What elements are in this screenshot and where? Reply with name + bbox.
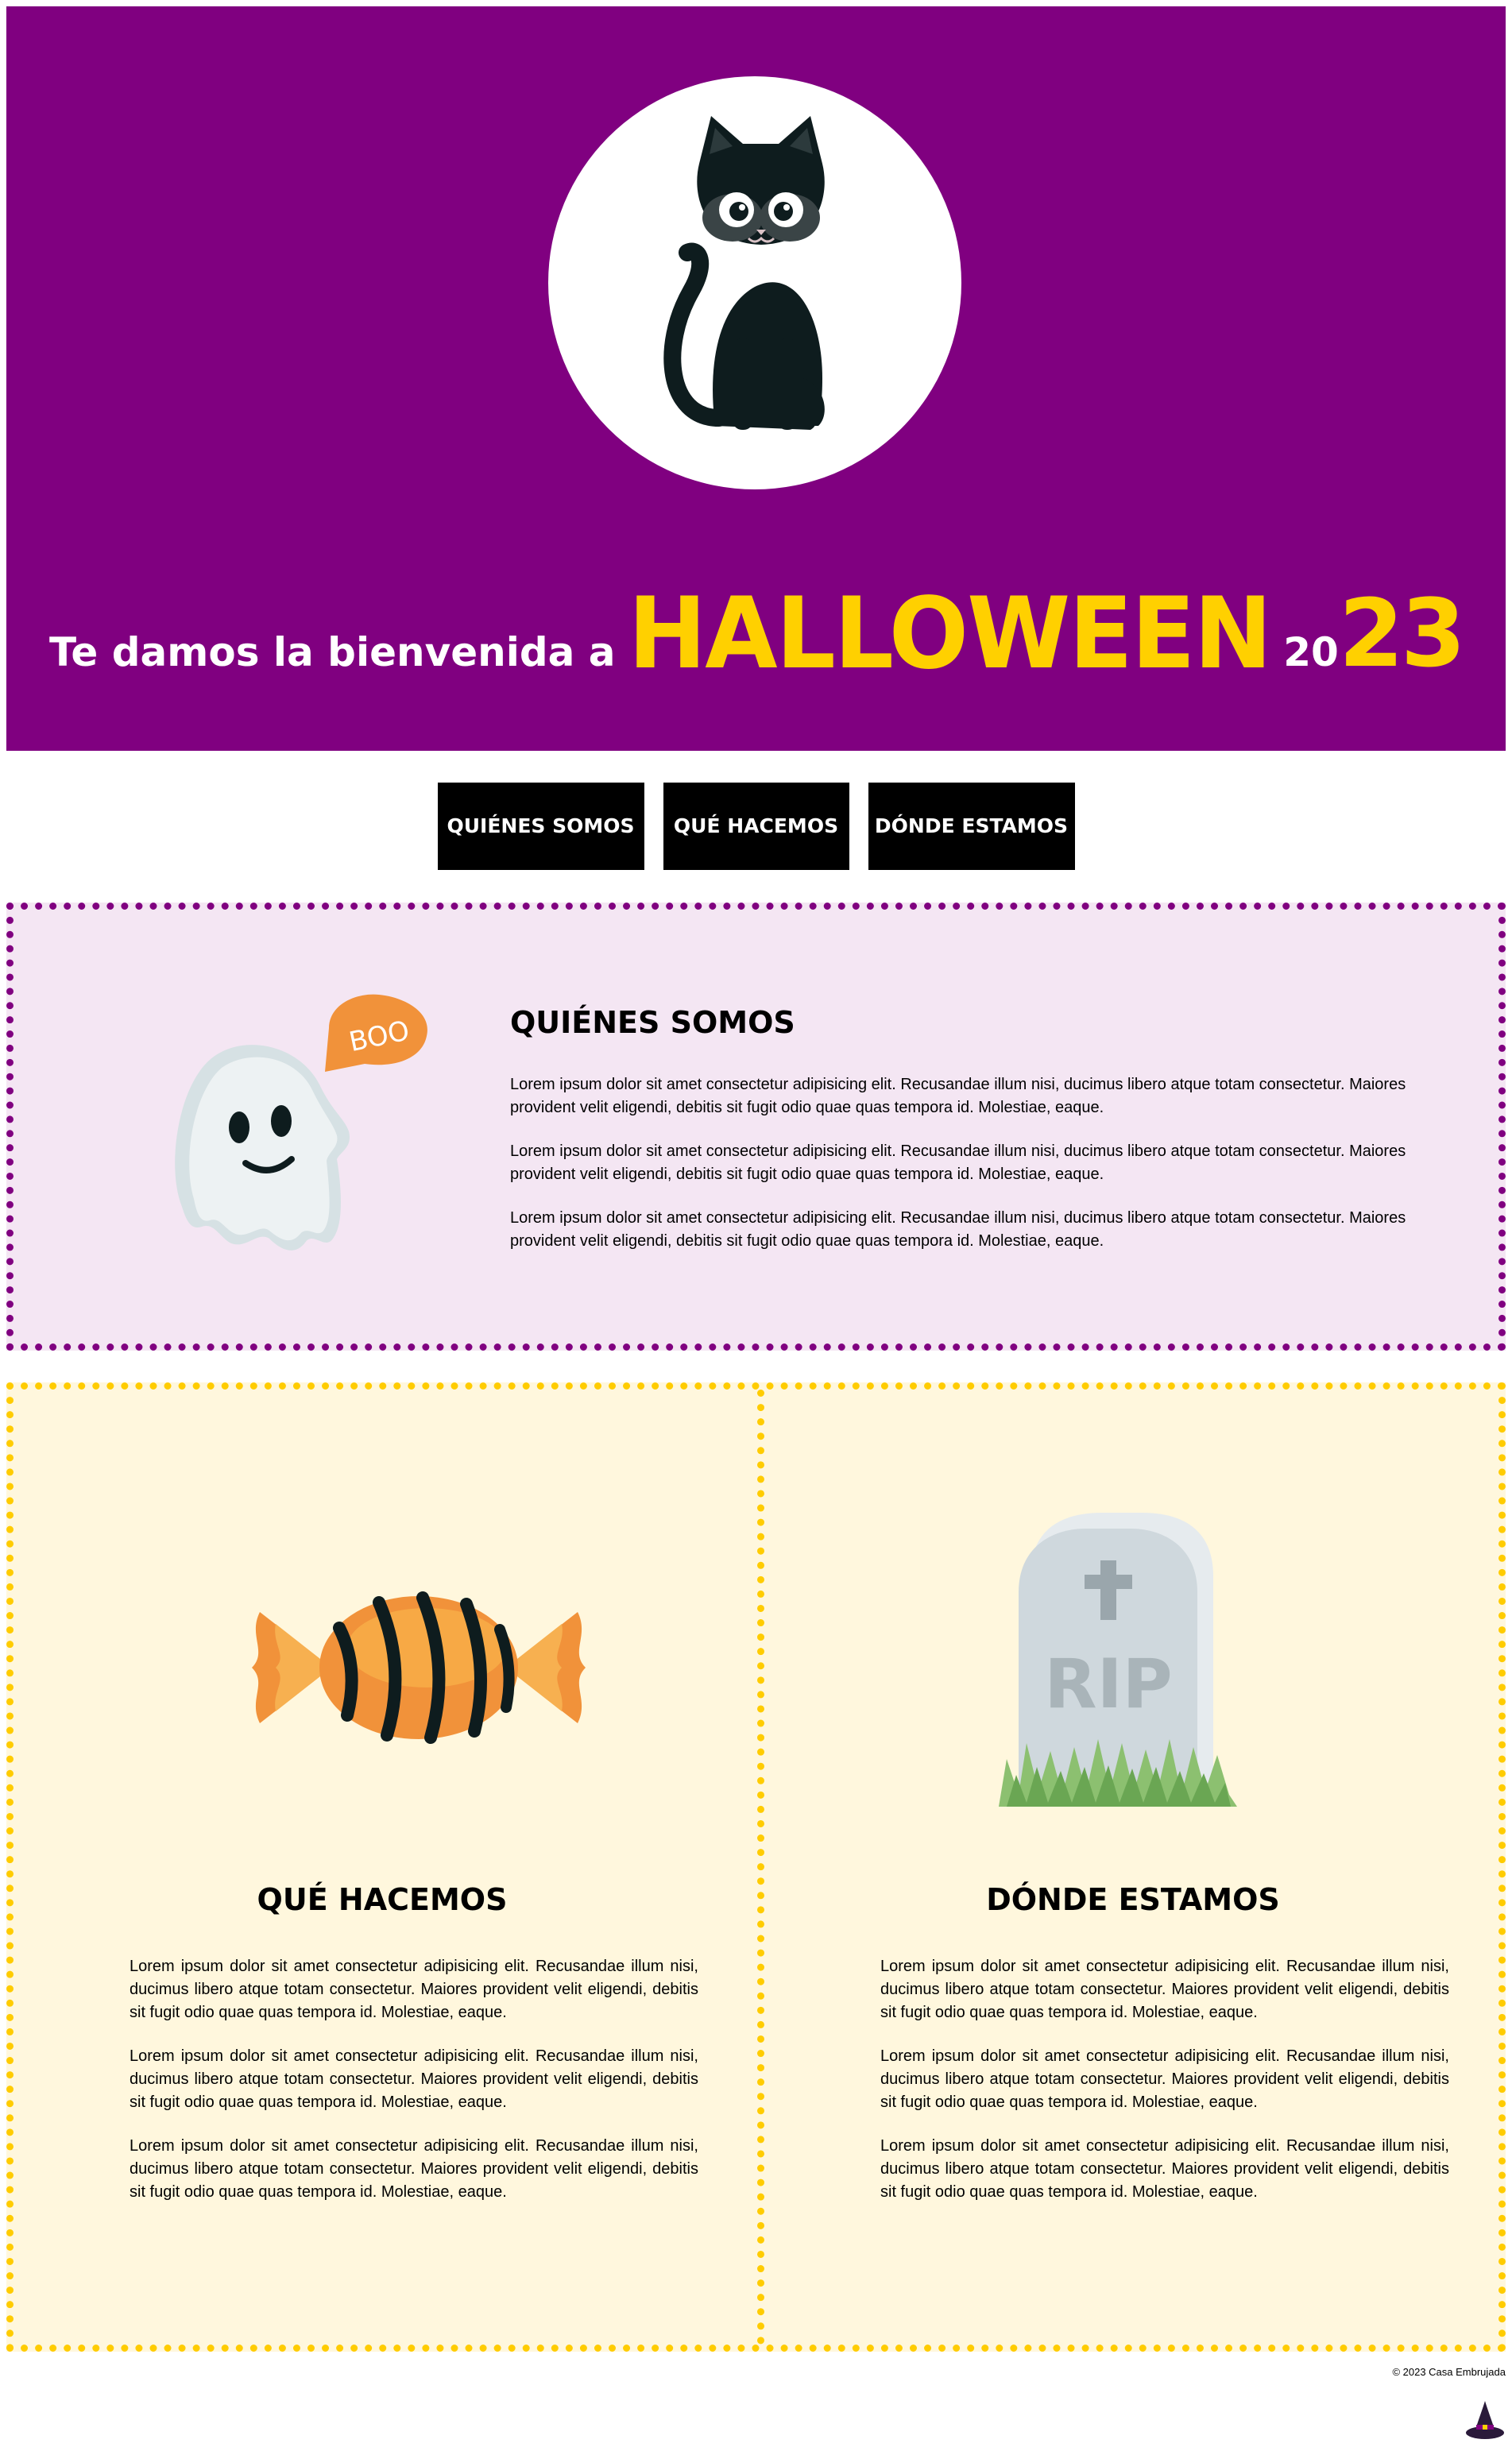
donde-estamos-paragraph: Lorem ipsum dolor sit amet consectetur a… — [880, 1958, 1449, 2021]
moon-circle — [548, 76, 961, 489]
quienes-somos-section: BOO QUIÉNES SOMOS Lorem ipsum dolor sit … — [6, 903, 1506, 1351]
copyright-text: © 2023 Casa Embrujada — [1392, 2366, 1506, 2378]
quienes-somos-paragraph: Lorem ipsum dolor sit amet consectetur a… — [510, 1076, 1406, 1116]
welcome-text: Te damos la bienvenida a — [48, 629, 616, 675]
que-hacemos-title: QUÉ HACEMOS — [257, 1882, 508, 1917]
ghost-icon: BOO — [175, 994, 427, 1251]
donde-estamos-paragraph: Lorem ipsum dolor sit amet consectetur a… — [880, 2137, 1449, 2201]
quienes-somos-paragraph: Lorem ipsum dolor sit amet consectetur a… — [510, 1209, 1406, 1250]
quienes-somos-paragraph: Lorem ipsum dolor sit amet consectetur a… — [510, 1142, 1406, 1183]
que-hacemos-paragraph: Lorem ipsum dolor sit amet consectetur a… — [130, 1958, 698, 2021]
quienes-somos-title: QUIÉNES SOMOS — [510, 1005, 795, 1040]
year-suffix: 23 — [1338, 578, 1466, 688]
year-prefix: 20 — [1283, 629, 1339, 675]
nav-donde-estamos-button[interactable]: DÓNDE ESTAMOS — [868, 783, 1075, 870]
donde-estamos-paragraph: Lorem ipsum dolor sit amet consectetur a… — [880, 2047, 1449, 2111]
donde-estamos-section: RIP DÓNDE ESTAMOS Lorem ipsum dolor sit … — [764, 1390, 1502, 2345]
nav-que-hacemos-button[interactable]: QUÉ HACEMOS — [663, 783, 849, 870]
event-name: HALLOWEEN — [628, 575, 1273, 691]
que-hacemos-paragraph: Lorem ipsum dolor sit amet consectetur a… — [130, 2137, 698, 2201]
info-columns-section: QUÉ HACEMOS Lorem ipsum dolor sit amet c… — [6, 1382, 1506, 2352]
donde-estamos-content: Lorem ipsum dolor sit amet consectetur a… — [880, 1955, 1449, 2225]
main-nav: QUIÉNES SOMOS QUÉ HACEMOS DÓNDE ESTAMOS — [0, 783, 1512, 870]
tombstone-icon: RIP — [999, 1513, 1237, 1807]
donde-estamos-title: DÓNDE ESTAMOS — [986, 1882, 1280, 1917]
hero-header: Te damos la bienvenida a HALLOWEEN 2023 — [6, 6, 1506, 751]
black-cat-icon — [663, 116, 825, 430]
rip-text: RIP — [1044, 1645, 1172, 1724]
quienes-somos-content: QUIÉNES SOMOS Lorem ipsum dolor sit amet… — [510, 1005, 1448, 1274]
que-hacemos-content: Lorem ipsum dolor sit amet consectetur a… — [130, 1955, 698, 2225]
nav-quienes-somos-button[interactable]: QUIÉNES SOMOS — [437, 783, 644, 870]
witch-hat-icon — [1466, 2401, 1504, 2439]
welcome-heading: Te damos la bienvenida a HALLOWEEN 2023 — [6, 575, 1506, 691]
candy-icon — [252, 1591, 586, 1744]
column-divider — [757, 1390, 764, 2345]
que-hacemos-section: QUÉ HACEMOS Lorem ipsum dolor sit amet c… — [14, 1390, 751, 2345]
que-hacemos-paragraph: Lorem ipsum dolor sit amet consectetur a… — [130, 2047, 698, 2111]
